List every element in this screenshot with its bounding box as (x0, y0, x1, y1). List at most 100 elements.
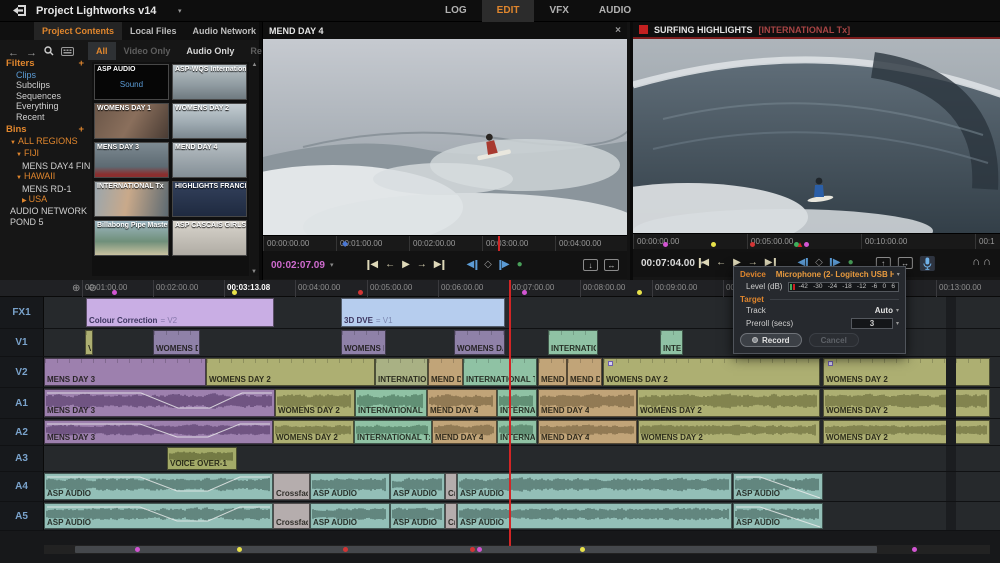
clip-cr[interactable]: Cr (445, 503, 457, 529)
clip-thumbnail-womens-day-2[interactable]: WOMENS DAY 2 (172, 103, 247, 139)
clip-womens-day-2[interactable]: WOMENS DAY 2 (823, 389, 990, 417)
go-end-button[interactable]: ▶ (434, 260, 445, 270)
clip-mens-day-3[interactable]: MENS DAY 3 (44, 358, 206, 386)
scroll-up-icon[interactable]: ▲ (252, 62, 258, 68)
clip-mend-day-4[interactable]: MEND DAY 4 (538, 389, 637, 417)
clip-womens-day-2[interactable]: WOMENS DAY 2 (637, 389, 820, 417)
bin-item-mens-rd-1[interactable]: MENS RD-1 (0, 184, 90, 194)
clip-thumbnail-highlights-france[interactable]: HIGHLIGHTS FRANCE (172, 181, 247, 217)
source-timecode[interactable]: 00:02:07.09 (271, 260, 325, 271)
clip-asp-audio[interactable]: ASP AUDIO (44, 473, 273, 500)
add-bin-button[interactable]: + (78, 124, 84, 136)
add-filter-button[interactable]: + (78, 58, 84, 70)
track-lane-a5[interactable]: ASP AUDIOCrossfadeASP AUDIOASP AUDIOCrAS… (44, 502, 1000, 530)
clip-womens-day-2[interactable]: WOMENS DAY 2 (273, 420, 354, 444)
track-lane-a1[interactable]: MENS DAY 3WOMENS DAY 2INTERNATIONAL TxME… (44, 388, 1000, 418)
clip-asp-audio[interactable]: ASP AUDIO (457, 503, 732, 529)
clip-womens-day-2[interactable]: WOMENS DAY 2 (603, 358, 820, 386)
bin-item-mens-day4-finals[interactable]: MENS DAY4 FINALS (0, 161, 90, 171)
track-header-a1[interactable]: A1 (0, 388, 44, 418)
app-title-caret-icon[interactable]: ▾ (178, 7, 182, 15)
top-tab-vfx[interactable]: VFX (534, 0, 583, 22)
clip-asp-audio[interactable]: ASP AUDIO (44, 503, 273, 529)
clip-asp-audio[interactable]: ASP AUDIO (310, 503, 390, 529)
clip-thumbnail-asp-cascais-girls[interactable]: ASP CASCAIS GIRLS (172, 220, 247, 256)
app-title[interactable]: Project Lightworks v14 (36, 5, 156, 17)
clip-mend-day-4[interactable]: MEND DAY 4 (432, 420, 497, 444)
clip-thumbnail-mend-day-4[interactable]: MEND DAY 4 (172, 142, 247, 178)
clip-womens-day-2[interactable]: WOMENS DAY 2 (638, 420, 820, 444)
clip-3d-dve[interactable]: 3D DVE= V1 (341, 298, 505, 327)
track-header-a4[interactable]: A4 (0, 472, 44, 501)
track-select[interactable]: Auto (875, 306, 893, 315)
step-back-button[interactable]: ← (385, 260, 395, 270)
clip-womens-day-1[interactable]: WOMENS DAY 1 (454, 330, 505, 355)
clip-womens-day[interactable]: WOMENS DAY (153, 330, 200, 355)
clip-international-tx[interactable]: INTERNATIONAL Tx (463, 358, 537, 386)
top-tab-log[interactable]: LOG (430, 0, 482, 22)
timeline-scrollbar-thumb[interactable] (75, 546, 877, 553)
clip-mend-day-4[interactable]: MEND DAY 4 (538, 420, 637, 444)
folder-open-icon[interactable]: ▼ (16, 171, 22, 183)
panel-tab-local-files[interactable]: Local Files (122, 22, 185, 40)
source-viewer-ruler[interactable]: 00:00:00.0000:01:00.0000:02:00.0000:03:0… (263, 235, 627, 251)
bin-item-fiji[interactable]: ▼FIJI (0, 148, 90, 160)
preroll-input[interactable]: 3 (851, 318, 893, 329)
bin-item-pond-5[interactable]: POND 5 (0, 217, 90, 227)
bin-item-hawaii[interactable]: ▼HAWAII (0, 171, 90, 183)
clip-crossfade[interactable]: Crossfade (273, 473, 310, 500)
app-logo-icon[interactable] (13, 4, 28, 22)
track-header-a5[interactable]: A5 (0, 502, 44, 530)
clip-mend-d[interactable]: MEND D (538, 358, 567, 386)
clip-womens-day-2[interactable]: WOMENS DAY 2 (206, 358, 375, 386)
filter-tab-audio-only[interactable]: Audio Only (178, 42, 242, 60)
filter-tab-video-only[interactable]: Video Only (116, 42, 179, 60)
viewer-playhead[interactable] (498, 236, 500, 251)
folder-closed-icon[interactable]: ▶ (22, 194, 27, 206)
go-start-button[interactable]: ◀ (698, 258, 709, 268)
clip-internation[interactable]: INTERNATION (548, 330, 598, 355)
track-header-fx1[interactable]: FX1 (0, 297, 44, 328)
replace-edit-icon[interactable]: ↔ (604, 259, 619, 271)
clip-international-tx[interactable]: INTERNATIONAL Tx (354, 420, 432, 444)
chevron-down-icon[interactable]: ▾ (897, 271, 900, 278)
chevron-down-icon[interactable]: ▾ (896, 307, 899, 314)
microphone-record-icon[interactable] (920, 256, 935, 271)
record-viewer-ruler[interactable]: 00:00:00.0000:05:00.0000:10:00.0000:1▲ (633, 233, 1000, 249)
clip-womens-day-2[interactable]: WOMENS DAY 2 (823, 420, 990, 444)
clip-thumbnail-billabong-pipe-master[interactable]: Billabong Pipe Master (94, 220, 169, 256)
track-header-a2[interactable]: A2 (0, 419, 44, 445)
clip-cr[interactable]: Cr (445, 473, 457, 500)
step-forward-button[interactable]: → (417, 260, 427, 270)
panel-tab-project-contents[interactable]: Project Contents (34, 22, 122, 40)
go-start-button[interactable]: ◀ (367, 260, 378, 270)
filter-tab-all[interactable]: All (88, 42, 116, 60)
clip-asp-audio[interactable]: ASP AUDIO (310, 473, 390, 500)
clip-voice-over-1[interactable]: VOICE OVER-1 (167, 447, 237, 470)
clip-international-tx[interactable]: INTERNATIONAL Tx (355, 389, 427, 417)
clip-thumbnail-asp-audio[interactable]: ASP AUDIOSound (94, 64, 169, 100)
bin-item-all-regions[interactable]: ▼ALL REGIONS (0, 136, 90, 148)
clip-mens-day-3[interactable]: MENS DAY 3 (44, 389, 275, 417)
filter-item-clips[interactable]: Clips (0, 70, 90, 80)
cancel-button[interactable]: Cancel (809, 333, 859, 347)
track-lane-a2[interactable]: MENS DAY 3WOMENS DAY 2INTERNATIONAL TxME… (44, 419, 1000, 445)
track-lane-a4[interactable]: ASP AUDIOCrossfadeASP AUDIOASP AUDIOCrAS… (44, 472, 1000, 501)
clip-colour-correction[interactable]: Colour Correction= V2 (86, 298, 274, 327)
filter-item-everything[interactable]: Everything (0, 101, 90, 111)
clip-asp-audio[interactable]: ASP AUDIO (390, 473, 445, 500)
audio-monitor-icons[interactable]: ∩∩ (972, 256, 994, 268)
clip-thumbnail-mens-day-3[interactable]: MENS DAY 3 (94, 142, 169, 178)
panel-tab-audio-network[interactable]: Audio Network (185, 22, 265, 40)
clip-asp-audio[interactable]: ASP AUDIO (733, 473, 823, 500)
clip-internatio[interactable]: INTERNATIO (497, 420, 537, 444)
mark-in-icon[interactable]: ◀ (466, 260, 477, 270)
clip-thumbnail-international-tx[interactable]: INTERNATIONAL Tx (94, 181, 169, 217)
clip-crossfade[interactable]: Crossfade (273, 503, 310, 529)
clip-mend-day-4[interactable]: MEND DAY 4 (427, 389, 497, 417)
unmark-icon[interactable]: ◇ (484, 260, 492, 270)
clip-v[interactable]: V (85, 330, 93, 355)
clip-womens-day-2[interactable]: WOMENS DAY 2 (823, 358, 990, 386)
device-select[interactable]: Microphone (2- Logitech USB Hea (776, 270, 894, 279)
timecode-caret-icon[interactable]: ▾ (330, 261, 334, 269)
